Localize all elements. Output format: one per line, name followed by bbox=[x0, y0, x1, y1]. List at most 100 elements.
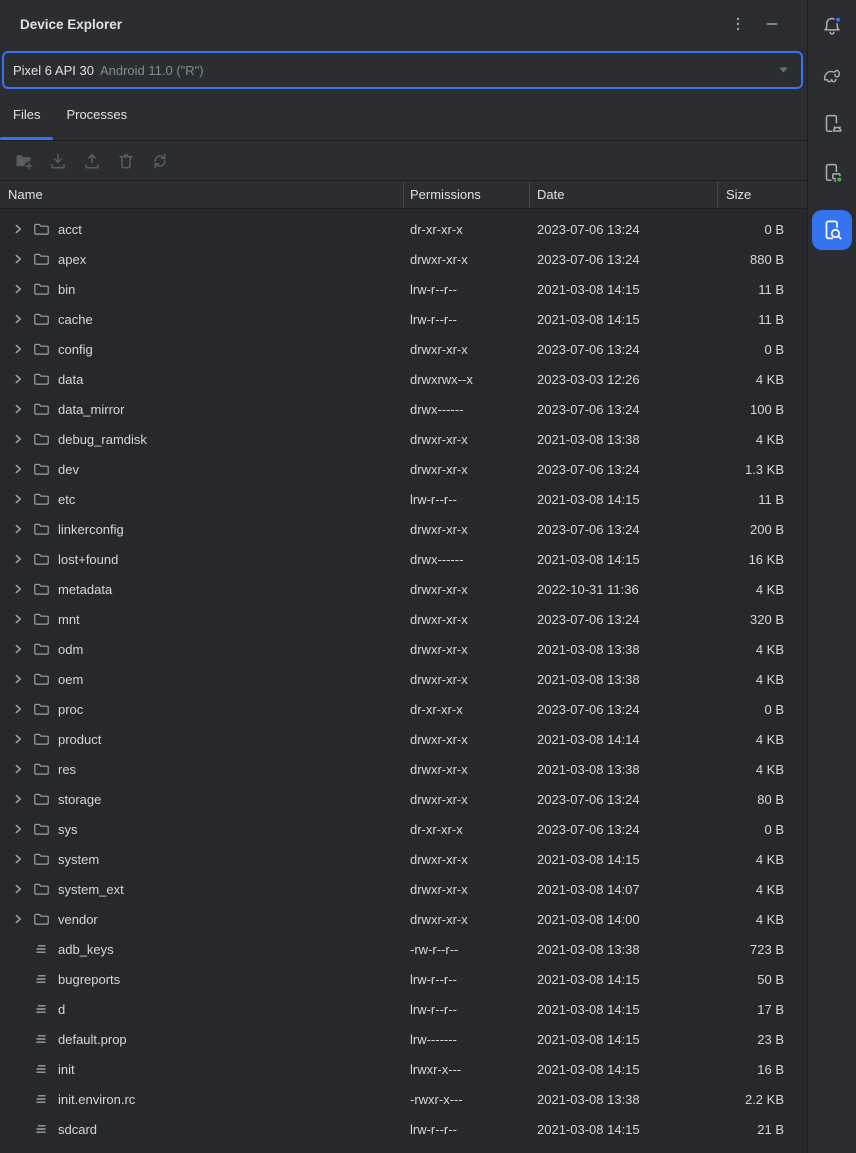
date-cell: 2023-03-03 12:26 bbox=[530, 372, 718, 387]
column-header-name[interactable]: Name bbox=[0, 181, 404, 208]
gradle-button[interactable] bbox=[820, 63, 844, 87]
name-cell: system_ext bbox=[0, 881, 404, 897]
chevron-right-icon[interactable] bbox=[12, 673, 24, 685]
file-icon bbox=[33, 1121, 49, 1137]
date-cell: 2021-03-08 14:00 bbox=[530, 912, 718, 927]
device-manager-icon bbox=[821, 113, 843, 135]
date-cell: 2023-07-06 13:24 bbox=[530, 822, 718, 837]
tab-processes[interactable]: Processes bbox=[53, 89, 140, 140]
running-devices-button[interactable] bbox=[820, 161, 844, 185]
table-row[interactable]: mnt drwxr-xr-x 2023-07-06 13:24 320 B bbox=[0, 604, 807, 634]
chevron-right-icon[interactable] bbox=[12, 223, 24, 235]
chevron-right-icon[interactable] bbox=[12, 793, 24, 805]
chevron-right-icon[interactable] bbox=[12, 703, 24, 715]
running-status-badge bbox=[836, 177, 842, 183]
chevron-right-icon[interactable] bbox=[12, 313, 24, 325]
chevron-right-icon[interactable] bbox=[12, 583, 24, 595]
chevron-down-icon bbox=[779, 67, 788, 73]
chevron-right-icon[interactable] bbox=[12, 643, 24, 655]
table-row[interactable]: system_ext drwxr-xr-x 2021-03-08 14:07 4… bbox=[0, 874, 807, 904]
notifications-button[interactable] bbox=[820, 14, 844, 38]
chevron-right-icon[interactable] bbox=[12, 373, 24, 385]
chevron-right-icon[interactable] bbox=[12, 913, 24, 925]
name-cell: lost+found bbox=[0, 551, 404, 567]
chevron-right-icon[interactable] bbox=[12, 823, 24, 835]
table-row[interactable]: lost+found drwx------ 2021-03-08 14:15 1… bbox=[0, 544, 807, 574]
table-row[interactable]: bin lrw-r--r-- 2021-03-08 14:15 11 B bbox=[0, 274, 807, 304]
table-row[interactable]: proc dr-xr-xr-x 2023-07-06 13:24 0 B bbox=[0, 694, 807, 724]
table-row[interactable]: data_mirror drwx------ 2023-07-06 13:24 … bbox=[0, 394, 807, 424]
new-directory-button[interactable] bbox=[14, 151, 34, 171]
size-cell: 4 KB bbox=[718, 912, 807, 927]
permissions-cell: drwxr-xr-x bbox=[404, 522, 530, 537]
chevron-right-icon[interactable] bbox=[12, 883, 24, 895]
table-row[interactable]: default.prop lrw------- 2021-03-08 14:15… bbox=[0, 1024, 807, 1054]
tab-files[interactable]: Files bbox=[0, 89, 53, 140]
table-row[interactable]: vendor drwxr-xr-x 2021-03-08 14:00 4 KB bbox=[0, 904, 807, 934]
table-row[interactable]: init.environ.rc -rwxr-x--- 2021-03-08 13… bbox=[0, 1084, 807, 1114]
download-file-button[interactable] bbox=[48, 151, 68, 171]
table-row[interactable]: sdcard lrw-r--r-- 2021-03-08 14:15 21 B bbox=[0, 1114, 807, 1144]
chevron-right-icon[interactable] bbox=[12, 493, 24, 505]
table-row[interactable]: debug_ramdisk drwxr-xr-x 2021-03-08 13:3… bbox=[0, 424, 807, 454]
size-cell: 4 KB bbox=[718, 852, 807, 867]
table-row[interactable]: etc lrw-r--r-- 2021-03-08 14:15 11 B bbox=[0, 484, 807, 514]
delete-button[interactable] bbox=[116, 151, 136, 171]
upload-file-button[interactable] bbox=[82, 151, 102, 171]
chevron-right-icon[interactable] bbox=[12, 283, 24, 295]
table-row[interactable]: res drwxr-xr-x 2021-03-08 13:38 4 KB bbox=[0, 754, 807, 784]
column-header-permissions[interactable]: Permissions bbox=[404, 181, 530, 208]
chevron-right-icon[interactable] bbox=[12, 853, 24, 865]
table-row[interactable]: odm drwxr-xr-x 2021-03-08 13:38 4 KB bbox=[0, 634, 807, 664]
date-cell: 2021-03-08 13:38 bbox=[530, 672, 718, 687]
chevron-right-icon[interactable] bbox=[12, 613, 24, 625]
table-row[interactable]: config drwxr-xr-x 2023-07-06 13:24 0 B bbox=[0, 334, 807, 364]
hide-panel-button[interactable] bbox=[761, 13, 783, 35]
size-cell: 1.3 KB bbox=[718, 462, 807, 477]
chevron-right-icon[interactable] bbox=[12, 463, 24, 475]
size-cell: 17 B bbox=[718, 1002, 807, 1017]
chevron-right-icon[interactable] bbox=[12, 343, 24, 355]
file-name: odm bbox=[58, 642, 83, 657]
chevron-right-icon[interactable] bbox=[12, 763, 24, 775]
chevron-right-icon[interactable] bbox=[12, 553, 24, 565]
table-row[interactable]: adb_keys -rw-r--r-- 2021-03-08 13:38 723… bbox=[0, 934, 807, 964]
file-name: bugreports bbox=[58, 972, 120, 987]
table-row[interactable]: init lrwxr-x--- 2021-03-08 14:15 16 B bbox=[0, 1054, 807, 1084]
device-manager-button[interactable] bbox=[820, 112, 844, 136]
device-explorer-button[interactable] bbox=[812, 210, 852, 250]
file-name: d bbox=[58, 1002, 65, 1017]
name-cell: oem bbox=[0, 671, 404, 687]
table-row[interactable]: apex drwxr-xr-x 2023-07-06 13:24 880 B bbox=[0, 244, 807, 274]
table-row[interactable]: cache lrw-r--r-- 2021-03-08 14:15 11 B bbox=[0, 304, 807, 334]
column-header-size[interactable]: Size bbox=[718, 181, 807, 208]
table-row[interactable]: data drwxrwx--x 2023-03-03 12:26 4 KB bbox=[0, 364, 807, 394]
chevron-right-icon[interactable] bbox=[12, 433, 24, 445]
table-row[interactable]: acct dr-xr-xr-x 2023-07-06 13:24 0 B bbox=[0, 214, 807, 244]
table-row[interactable]: linkerconfig drwxr-xr-x 2023-07-06 13:24… bbox=[0, 514, 807, 544]
name-cell: init bbox=[0, 1061, 404, 1077]
chevron-right-icon[interactable] bbox=[12, 733, 24, 745]
table-row[interactable]: oem drwxr-xr-x 2021-03-08 13:38 4 KB bbox=[0, 664, 807, 694]
file-name: etc bbox=[58, 492, 75, 507]
table-row[interactable]: bugreports lrw-r--r-- 2021-03-08 14:15 5… bbox=[0, 964, 807, 994]
folder-icon bbox=[33, 701, 49, 717]
column-header-date[interactable]: Date bbox=[530, 181, 718, 208]
table-row[interactable]: product drwxr-xr-x 2021-03-08 14:14 4 KB bbox=[0, 724, 807, 754]
synchronize-button[interactable] bbox=[150, 151, 170, 171]
table-row[interactable]: d lrw-r--r-- 2021-03-08 14:15 17 B bbox=[0, 994, 807, 1024]
chevron-right-icon[interactable] bbox=[12, 523, 24, 535]
chevron-right-icon[interactable] bbox=[12, 403, 24, 415]
size-cell: 11 B bbox=[718, 312, 807, 327]
table-row[interactable]: dev drwxr-xr-x 2023-07-06 13:24 1.3 KB bbox=[0, 454, 807, 484]
table-row[interactable]: metadata drwxr-xr-x 2022-10-31 11:36 4 K… bbox=[0, 574, 807, 604]
table-row[interactable]: storage drwxr-xr-x 2023-07-06 13:24 80 B bbox=[0, 784, 807, 814]
table-row[interactable]: system drwxr-xr-x 2021-03-08 14:15 4 KB bbox=[0, 844, 807, 874]
more-options-button[interactable] bbox=[727, 13, 749, 35]
sync-icon bbox=[150, 151, 170, 171]
device-selector-dropdown[interactable]: Pixel 6 API 30 Android 11.0 ("R") bbox=[2, 51, 803, 89]
size-cell: 320 B bbox=[718, 612, 807, 627]
table-row[interactable]: sys dr-xr-xr-x 2023-07-06 13:24 0 B bbox=[0, 814, 807, 844]
file-name: acct bbox=[58, 222, 82, 237]
chevron-right-icon[interactable] bbox=[12, 253, 24, 265]
